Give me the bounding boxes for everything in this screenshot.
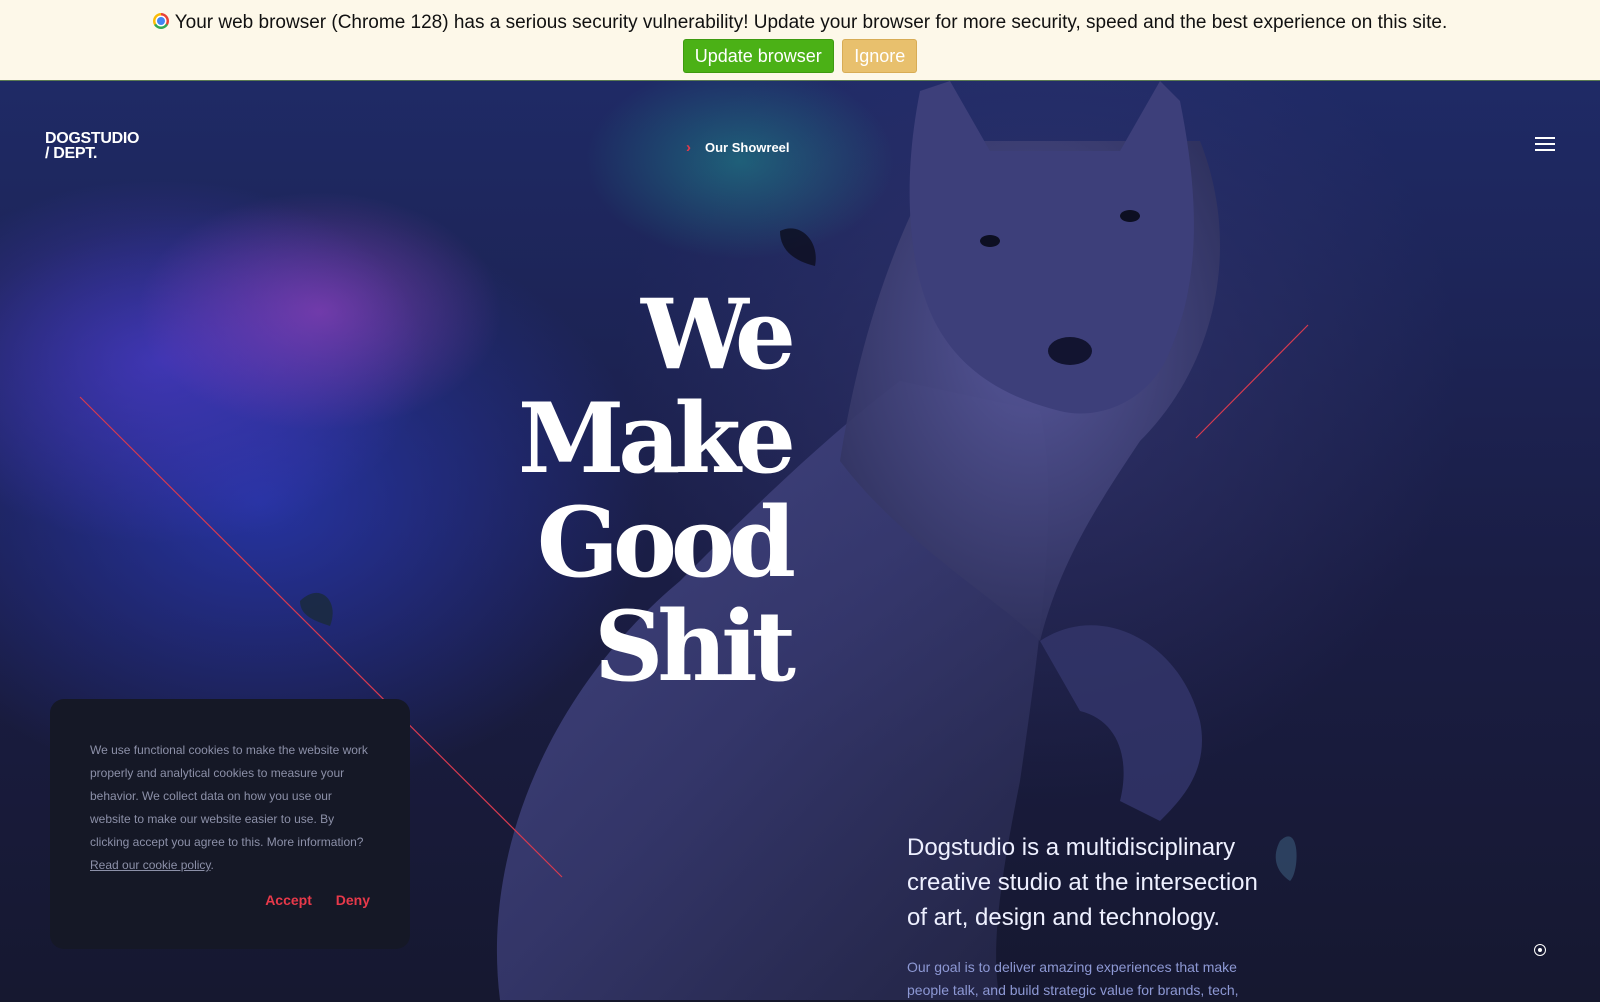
menu-bar-bottom xyxy=(1535,149,1555,151)
cookie-consent-panel: We use functional cookies to make the we… xyxy=(50,699,410,949)
headline-line-1: We xyxy=(640,278,796,391)
studio-goal-text: Our goal is to deliver amazing experienc… xyxy=(907,959,1239,998)
showreel-label: Our Showreel xyxy=(705,140,790,155)
accept-cookies-button[interactable]: Accept xyxy=(265,892,312,908)
cookie-text: We use functional cookies to make the we… xyxy=(90,743,368,849)
dogstudio-logo[interactable]: DOGSTUDIO / DEPT. xyxy=(45,130,140,162)
banner-buttons: Update browser Ignore xyxy=(0,40,1600,72)
cookie-actions: Accept Deny xyxy=(245,892,370,908)
banner-message-row: Your web browser (Chrome 128) has a seri… xyxy=(0,12,1600,34)
hero-headline: We Make Good Shit xyxy=(517,278,796,703)
scroll-indicator-icon[interactable] xyxy=(1534,944,1546,956)
menu-button[interactable] xyxy=(1535,137,1555,153)
logo-line-1: DOGSTUDIO xyxy=(45,130,140,147)
menu-bar-middle xyxy=(1535,143,1555,145)
cookie-policy-link[interactable]: Read our cookie policy xyxy=(90,858,211,872)
cookie-text-block: We use functional cookies to make the we… xyxy=(90,739,371,877)
showreel-link[interactable]: › Our Showreel xyxy=(686,138,790,158)
headline-line-4: Shit xyxy=(594,590,796,703)
headline-line-2: Make xyxy=(517,382,796,495)
chevron-right-icon: › xyxy=(686,139,691,156)
deny-cookies-button[interactable]: Deny xyxy=(336,892,370,908)
browser-update-banner: Your web browser (Chrome 128) has a seri… xyxy=(0,0,1600,81)
chrome-icon xyxy=(152,13,169,29)
banner-message: Your web browser (Chrome 128) has a seri… xyxy=(174,12,1448,33)
menu-bar-top xyxy=(1535,137,1555,139)
studio-intro: Dogstudio is a multidisciplinary creativ… xyxy=(907,834,1258,931)
logo-line-2: / DEPT. xyxy=(45,145,98,162)
cookie-period: . xyxy=(210,858,214,872)
headline-line-3: Good xyxy=(536,486,796,599)
update-browser-button[interactable]: Update browser xyxy=(683,40,833,72)
ignore-button[interactable]: Ignore xyxy=(843,40,917,72)
